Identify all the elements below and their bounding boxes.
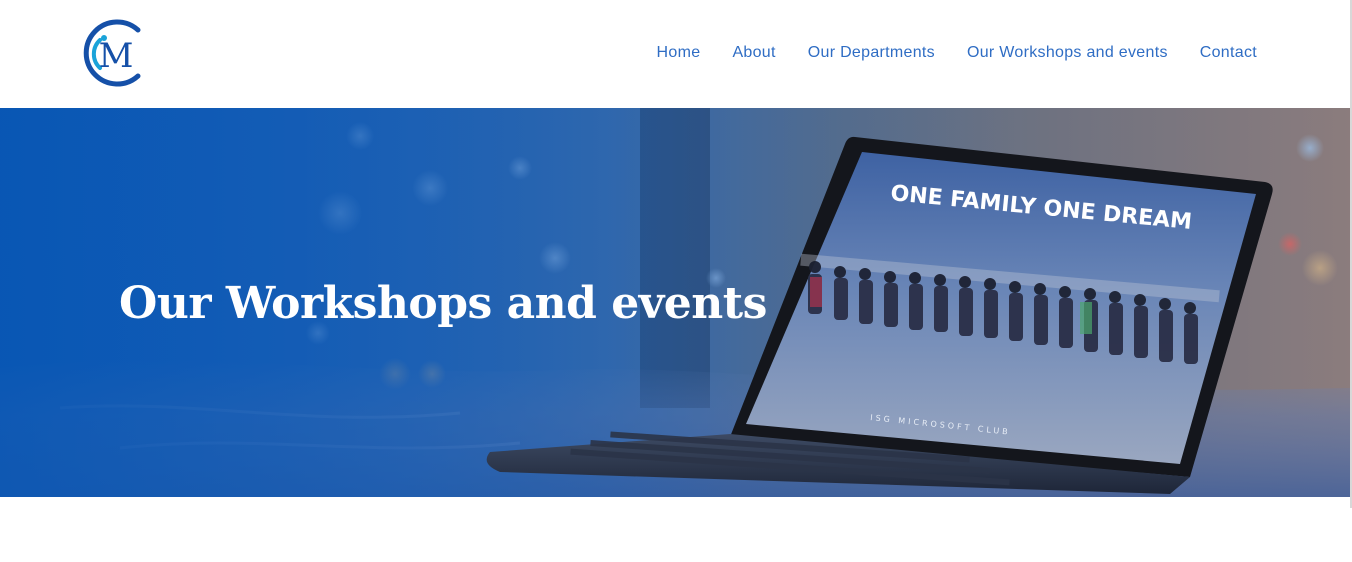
hero-banner: ONE FAMILY ONE DREAM ISG MICROSOFT CLUB … <box>0 108 1350 497</box>
page: M Home About Our Departments Our Worksho… <box>0 0 1352 562</box>
nav-about[interactable]: About <box>732 43 775 63</box>
main-nav: Home About Our Departments Our Workshops… <box>657 43 1257 63</box>
svg-text:M: M <box>99 36 134 76</box>
nav-departments[interactable]: Our Departments <box>808 43 935 63</box>
site-header: M Home About Our Departments Our Worksho… <box>0 0 1350 108</box>
logo-icon: M <box>83 19 141 87</box>
nav-home[interactable]: Home <box>657 43 701 63</box>
nav-workshops-events[interactable]: Our Workshops and events <box>967 43 1168 63</box>
club-logo[interactable]: M <box>80 18 148 88</box>
page-title: Our Workshops and events <box>119 278 767 329</box>
nav-contact[interactable]: Contact <box>1200 43 1257 63</box>
